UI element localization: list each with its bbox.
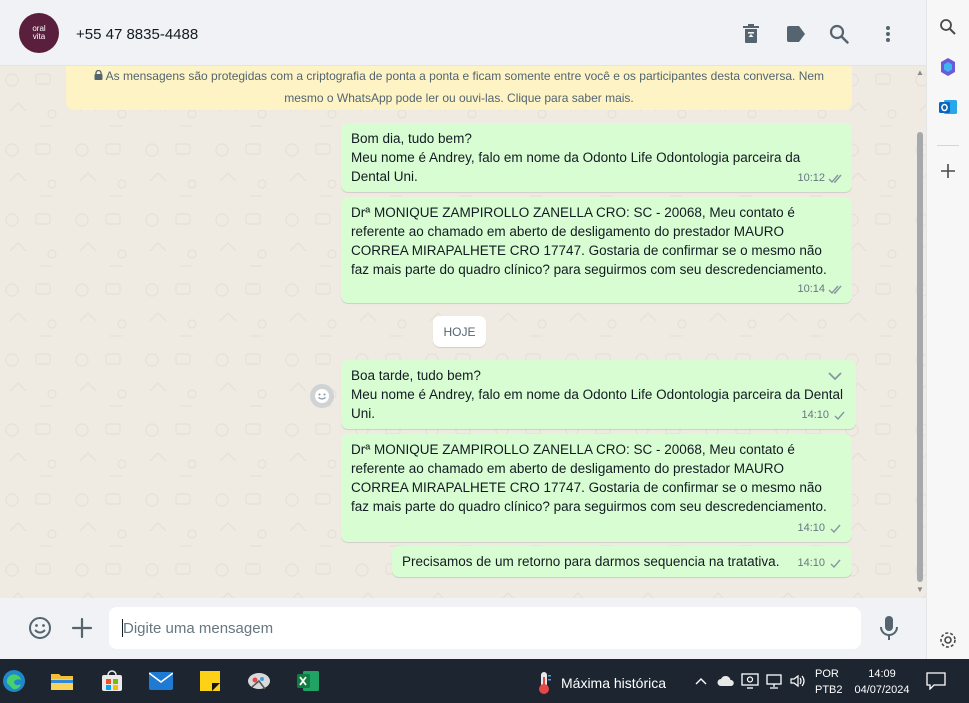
windows-taskbar: Máxima histórica POR PTB2 14:09 04/07/20… [0,659,969,703]
message-text: Boa tarde, tudo bem? Meu nome é Andrey, … [351,368,844,421]
store-icon[interactable] [99,668,125,694]
encryption-notice[interactable]: As mensagens são protegidas com a cripto… [66,66,852,110]
single-check-icon [830,559,841,569]
message-time: 14:10 [797,557,825,569]
outlook-icon[interactable] [937,96,959,118]
single-check-icon [834,411,845,421]
emoji-reaction-icon[interactable] [310,384,334,408]
sidebar-divider [937,145,959,146]
trash-icon[interactable] [740,23,762,45]
cloud-icon[interactable] [717,673,735,689]
search-icon[interactable] [937,16,959,38]
thermometer-icon [539,672,551,694]
composer [0,598,926,659]
chevron-down-icon[interactable] [826,367,844,385]
network-icon[interactable] [765,673,783,689]
message-time: 10:14 [797,283,825,295]
double-check-icon [828,285,842,295]
single-check-icon [830,524,841,534]
snipping-icon[interactable] [246,668,272,694]
weather-widget[interactable]: Máxima histórica [535,671,666,695]
weather-text: Máxima histórica [561,675,667,691]
chat-window: oral vita +55 47 8835-4488 As mensagens … [0,0,926,659]
encryption-notice-text: As mensagens são protegidas com a cripto… [105,69,825,105]
mail-icon[interactable] [148,668,174,694]
clock-date: 04/07/2024 [854,684,910,696]
scroll-down-arrow[interactable]: ▼ [916,585,924,594]
plus-icon[interactable] [937,160,959,182]
message-text: Drª MONIQUE ZAMPIROLLO ZANELLA CRO: SC -… [351,442,827,514]
message-time: 14:10 [797,522,825,534]
message-bubble[interactable]: Drª MONIQUE ZAMPIROLLO ZANELLA CRO: SC -… [341,434,852,542]
system-clock[interactable]: 14:09 04/07/2024 [851,666,913,698]
date-chip: HOJE [433,316,486,347]
message-text: Drª MONIQUE ZAMPIROLLO ZANELLA CRO: SC -… [351,205,827,277]
edge-sidebar [926,0,969,659]
chevron-up-icon[interactable] [692,673,710,689]
message-meta: 10:14 [797,280,844,299]
contact-name[interactable]: +55 47 8835-4488 [76,26,198,43]
message-meta: 10:12 [797,169,844,188]
text-caret [122,619,123,637]
messages-pane[interactable]: As mensagens são protegidas com a cripto… [0,66,926,598]
sticky-notes-icon[interactable] [197,668,223,694]
notification-icon[interactable] [926,672,946,690]
message-meta: 14:10 [797,554,844,573]
message-text: Bom dia, tudo bem? Meu nome é Andrey, fa… [351,131,801,184]
avatar[interactable]: oral vita [19,13,59,53]
message-bubble[interactable]: Boa tarde, tudo bem? Meu nome é Andrey, … [341,360,856,429]
scrollbar-thumb[interactable] [917,132,923,582]
input-language[interactable]: POR PTB2 [815,666,843,698]
message-bubble[interactable]: Bom dia, tudo bem? Meu nome é Andrey, fa… [341,123,852,192]
screen-share-icon[interactable] [741,673,759,689]
settings-icon[interactable] [937,629,959,651]
message-bubble[interactable]: Precisamos de um retorno para darmos seq… [392,546,852,577]
menu-dots-icon[interactable] [877,23,899,45]
microphone-icon[interactable] [877,614,901,642]
scroll-up-arrow[interactable]: ▲ [916,68,924,77]
lang-line2: PTB2 [815,684,843,696]
edge-icon[interactable] [1,668,27,694]
lang-line1: POR [815,668,839,680]
message-meta: 14:10 [801,406,848,425]
excel-icon[interactable] [295,668,321,694]
message-text: Precisamos de um retorno para darmos seq… [402,554,780,569]
double-check-icon [828,174,842,184]
copilot-icon[interactable] [937,56,959,78]
search-icon[interactable] [828,23,850,45]
avatar-text: oral vita [32,24,46,41]
message-time: 14:10 [801,409,829,421]
message-time: 10:12 [797,172,825,184]
clock-time: 14:09 [868,668,896,680]
emoji-icon[interactable] [28,616,52,640]
volume-icon[interactable] [789,673,807,689]
message-bubble[interactable]: Drª MONIQUE ZAMPIROLLO ZANELLA CRO: SC -… [341,197,852,303]
message-meta: 14:10 [797,519,844,538]
chat-header: oral vita +55 47 8835-4488 [0,0,926,66]
message-input[interactable] [109,607,861,649]
lock-icon [94,68,103,88]
file-explorer-icon[interactable] [49,668,75,694]
label-icon[interactable] [785,23,807,45]
plus-attach-icon[interactable] [70,616,94,640]
